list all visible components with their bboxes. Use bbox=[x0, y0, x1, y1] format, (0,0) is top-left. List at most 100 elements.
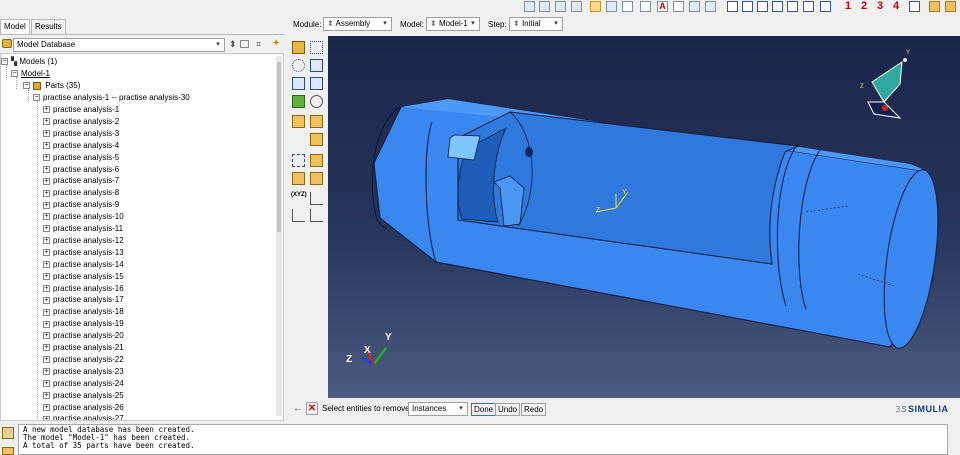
expand-icon[interactable]: + bbox=[43, 177, 50, 185]
collapse-icon[interactable]: − bbox=[11, 70, 18, 78]
view-layout-icon[interactable] bbox=[555, 1, 566, 12]
view-bottom-icon[interactable] bbox=[772, 1, 783, 12]
sort-icon[interactable]: ⬍ bbox=[229, 39, 237, 50]
step-select[interactable]: ⬍ Initial ▾ bbox=[509, 17, 563, 31]
translate-icon[interactable] bbox=[310, 59, 323, 72]
tree-part-item[interactable]: + practise analysis-6 bbox=[43, 164, 119, 176]
tree-part-item[interactable]: + practise analysis-16 bbox=[43, 283, 124, 295]
display-group-icon[interactable] bbox=[689, 1, 700, 12]
constraint-icon[interactable] bbox=[292, 115, 305, 128]
expand-icon[interactable]: + bbox=[43, 403, 50, 411]
expand-icon[interactable]: + bbox=[43, 106, 50, 114]
tree-part-item[interactable]: + practise analysis-4 bbox=[43, 140, 119, 152]
tree-part-item[interactable]: + practise analysis-1 bbox=[43, 104, 119, 116]
tree-part-item[interactable]: + practise analysis-5 bbox=[43, 152, 119, 164]
coordinate-system-button[interactable]: (XYZ) bbox=[291, 192, 307, 198]
tree-part-item[interactable]: + practise analysis-21 bbox=[43, 342, 124, 354]
datum-csys-icon[interactable] bbox=[310, 172, 323, 185]
tree-part-item[interactable]: + practise analysis-18 bbox=[43, 306, 124, 318]
expand-icon[interactable]: + bbox=[43, 118, 50, 126]
view-3-button[interactable]: 3 bbox=[877, 0, 883, 12]
tree-part-item[interactable]: + practise analysis-27 bbox=[43, 413, 124, 420]
model-select[interactable]: ⬍ Model-1 ▾ bbox=[426, 17, 480, 31]
collapse-icon[interactable]: − bbox=[23, 82, 30, 90]
edit-feature-icon[interactable] bbox=[310, 133, 323, 146]
tree-part-item[interactable]: + practise analysis-13 bbox=[43, 247, 124, 259]
collapse-icon[interactable]: − bbox=[33, 94, 40, 102]
tree-part-item[interactable]: + practise analysis-7 bbox=[43, 175, 119, 187]
expand-icon[interactable]: + bbox=[43, 225, 50, 233]
tree-part-item[interactable]: + practise analysis-9 bbox=[43, 199, 119, 211]
model-database-select[interactable]: Model Database ▾ bbox=[13, 38, 225, 52]
tree-part-item[interactable]: + practise analysis-10 bbox=[43, 211, 124, 223]
view-1-button[interactable]: 1 bbox=[845, 0, 851, 12]
tree-part-item[interactable]: + practise analysis-24 bbox=[43, 378, 124, 390]
tree-part-item[interactable]: + practise analysis-26 bbox=[43, 402, 124, 414]
view-triad-icon[interactable] bbox=[909, 1, 920, 12]
query-icon[interactable] bbox=[590, 1, 601, 12]
expand-icon[interactable]: + bbox=[43, 296, 50, 304]
expand-icon[interactable]: + bbox=[43, 249, 50, 257]
view-front-icon[interactable] bbox=[727, 1, 738, 12]
view-layout-icon[interactable] bbox=[571, 1, 582, 12]
restore-view-icon[interactable] bbox=[945, 1, 956, 12]
expand-icon[interactable]: + bbox=[43, 165, 50, 173]
tree-part-item[interactable]: + practise analysis-22 bbox=[43, 354, 124, 366]
done-button[interactable]: Done bbox=[471, 403, 497, 416]
expand-icon[interactable]: + bbox=[43, 213, 50, 221]
tree-part-item[interactable]: + practise analysis-17 bbox=[43, 294, 124, 306]
expand-icon[interactable]: + bbox=[43, 142, 50, 150]
tree-part-item[interactable]: + practise analysis-12 bbox=[43, 235, 124, 247]
expand-icon[interactable]: + bbox=[43, 153, 50, 161]
view-right-icon[interactable] bbox=[803, 1, 814, 12]
datum-plane-icon[interactable] bbox=[292, 172, 305, 185]
tree-parts-node[interactable]: − Parts (35) bbox=[23, 80, 80, 92]
tree-part-item[interactable]: + practise analysis-20 bbox=[43, 330, 124, 342]
viewport[interactable]: Y Z Y Z Y Z X bbox=[328, 36, 960, 398]
view-layout-icon[interactable] bbox=[524, 1, 535, 12]
expand-icon[interactable]: + bbox=[43, 189, 50, 197]
collapse-icon[interactable]: − bbox=[1, 58, 8, 66]
tree-part-item[interactable]: + practise analysis-25 bbox=[43, 390, 124, 402]
radial-pattern-icon[interactable] bbox=[292, 59, 305, 72]
instance-part-icon[interactable] bbox=[292, 41, 305, 54]
filter-icon[interactable] bbox=[240, 40, 249, 48]
expand-icon[interactable]: + bbox=[43, 368, 50, 376]
datum-axis-icon[interactable] bbox=[310, 154, 323, 167]
undo-button[interactable]: Undo bbox=[495, 403, 521, 416]
view-top-icon[interactable] bbox=[757, 1, 768, 12]
tab-results[interactable]: Results bbox=[31, 19, 66, 34]
expand-icon[interactable]: + bbox=[43, 380, 50, 388]
tab-model[interactable]: Model bbox=[0, 19, 30, 34]
command-icon[interactable] bbox=[2, 447, 14, 455]
axis-icon[interactable] bbox=[310, 192, 323, 205]
view-back-icon[interactable] bbox=[742, 1, 753, 12]
selection-type-select[interactable]: Instances ▾ bbox=[408, 402, 468, 416]
expand-icon[interactable]: + bbox=[43, 261, 50, 269]
line-tool-icon[interactable] bbox=[640, 1, 651, 12]
tree-parts-group[interactable]: − practise analysis-1 -- practise analysi… bbox=[33, 92, 190, 104]
message-icon[interactable] bbox=[2, 427, 14, 439]
expand-icon[interactable]: ⌗ bbox=[256, 39, 261, 50]
list-icon[interactable] bbox=[705, 1, 716, 12]
expand-icon[interactable]: + bbox=[43, 344, 50, 352]
tree-part-item[interactable]: + practise analysis-11 bbox=[43, 223, 123, 235]
view-2-button[interactable]: 2 bbox=[861, 0, 867, 12]
translate-to-icon[interactable] bbox=[310, 77, 323, 90]
pattern-icon[interactable] bbox=[310, 41, 323, 54]
view-iso-icon[interactable] bbox=[820, 1, 831, 12]
expand-icon[interactable]: + bbox=[43, 391, 50, 399]
redo-button[interactable]: Redo bbox=[521, 403, 547, 416]
tree-part-item[interactable]: + practise analysis-23 bbox=[43, 366, 124, 378]
tree-scrollbar-thumb[interactable] bbox=[277, 62, 281, 232]
module-select[interactable]: ⬍ Assembly ▾ bbox=[323, 17, 392, 31]
datum-point-icon[interactable] bbox=[292, 154, 305, 167]
expand-icon[interactable]: + bbox=[43, 237, 50, 245]
select-arrow-icon[interactable] bbox=[673, 1, 684, 12]
view-4-button[interactable]: 4 bbox=[893, 0, 899, 12]
expand-icon[interactable]: + bbox=[43, 201, 50, 209]
tree-part-item[interactable]: + practise analysis-2 bbox=[43, 116, 119, 128]
tree-model-node[interactable]: − Model-1 bbox=[11, 68, 50, 80]
expand-icon[interactable]: + bbox=[43, 130, 50, 138]
back-arrow-icon[interactable]: ← bbox=[293, 403, 303, 414]
